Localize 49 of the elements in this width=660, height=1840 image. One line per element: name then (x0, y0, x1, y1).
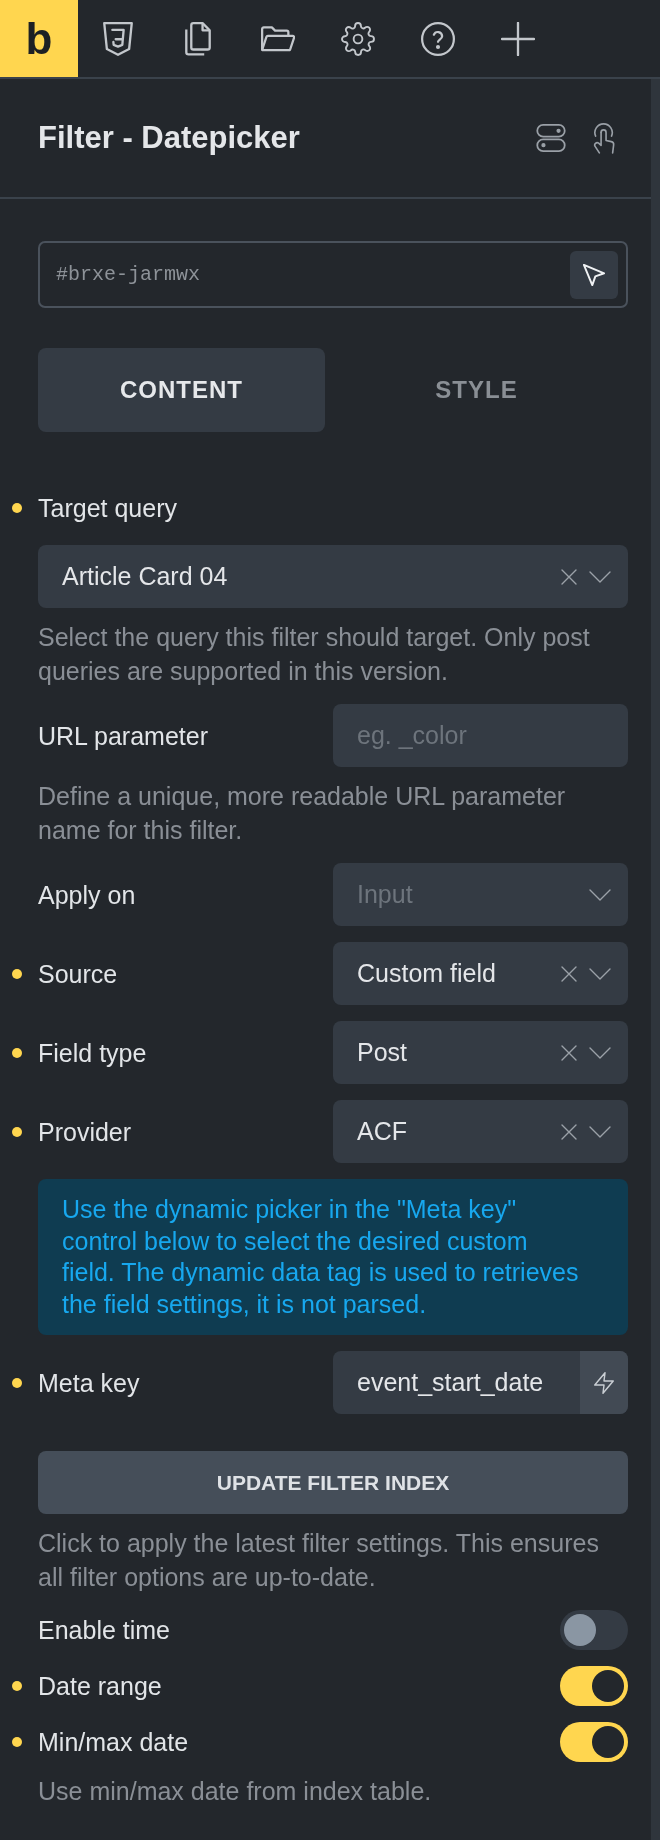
cursor-icon (583, 263, 605, 286)
hand-pointer-icon[interactable] (593, 122, 616, 154)
field-label: Target query (38, 493, 177, 523)
meta-key-field[interactable]: event_start_date (333, 1351, 628, 1414)
lightning-icon (594, 1371, 614, 1394)
chevron-down-icon (589, 570, 611, 583)
toggle-switch[interactable] (560, 1666, 628, 1706)
dynamic-data-button[interactable] (580, 1351, 628, 1414)
field-label: Source (38, 958, 118, 989)
field-label: Min/max date (38, 1727, 189, 1757)
help-text: Select the query this filter should target. Only post queries are supported in this version. (38, 622, 591, 687)
clear-icon[interactable] (561, 1044, 577, 1061)
help-text: Use min/max date from index table. (38, 1776, 433, 1807)
clear-icon[interactable] (561, 1123, 577, 1140)
logo[interactable]: b (0, 0, 78, 77)
dropdown[interactable]: Post (333, 1021, 628, 1084)
help-icon[interactable] (421, 21, 455, 56)
info-notice: Use the dynamic picker in the "Meta key" control below to select the desired custom field. The dynamic data tag is used to retrieves the field settings, it is not parsed. (38, 1179, 628, 1335)
field-label: Field type (38, 1037, 147, 1068)
chevron-down-icon (589, 888, 611, 901)
field-label: URL parameter (38, 720, 208, 751)
dropdown[interactable]: Custom field (333, 942, 628, 1005)
update-index-button[interactable]: UPDATE FILTER INDEX (38, 1451, 628, 1514)
text-input[interactable]: eg. _color (333, 704, 628, 767)
plus-icon[interactable] (501, 21, 535, 56)
field-label: Apply on (38, 879, 136, 910)
help-text: Click to apply the latest filter settings. This ensures all filter options are up-to-date. (38, 1528, 600, 1593)
chevron-down-icon (589, 1125, 611, 1138)
help-text: Define a unique, more readable URL parameter name for this filter. (38, 781, 567, 846)
element-id-field[interactable]: #brxe-jarmwx (38, 241, 628, 308)
field-label: Provider (38, 1116, 132, 1147)
panel-title: Filter - Datepicker (38, 120, 300, 156)
chevron-down-icon (589, 1046, 611, 1059)
field-label: Date range (38, 1671, 162, 1701)
toggles-icon[interactable] (536, 124, 566, 152)
settings-icon[interactable] (341, 21, 375, 56)
field-label: Enable time (38, 1615, 171, 1645)
tab[interactable]: STYLE (325, 348, 628, 432)
dropdown[interactable]: Article Card 04 (38, 545, 628, 608)
clear-icon[interactable] (561, 965, 577, 982)
shield-icon[interactable] (101, 21, 135, 56)
field-label: Meta key (38, 1367, 140, 1398)
tab[interactable]: CONTENT (38, 348, 325, 432)
toggle-switch[interactable] (560, 1610, 628, 1650)
dropdown[interactable]: ACF (333, 1100, 628, 1163)
select-element-button[interactable] (570, 250, 618, 299)
clear-icon[interactable] (561, 568, 577, 585)
toggle-switch[interactable] (560, 1722, 628, 1762)
chevron-down-icon (589, 967, 611, 980)
